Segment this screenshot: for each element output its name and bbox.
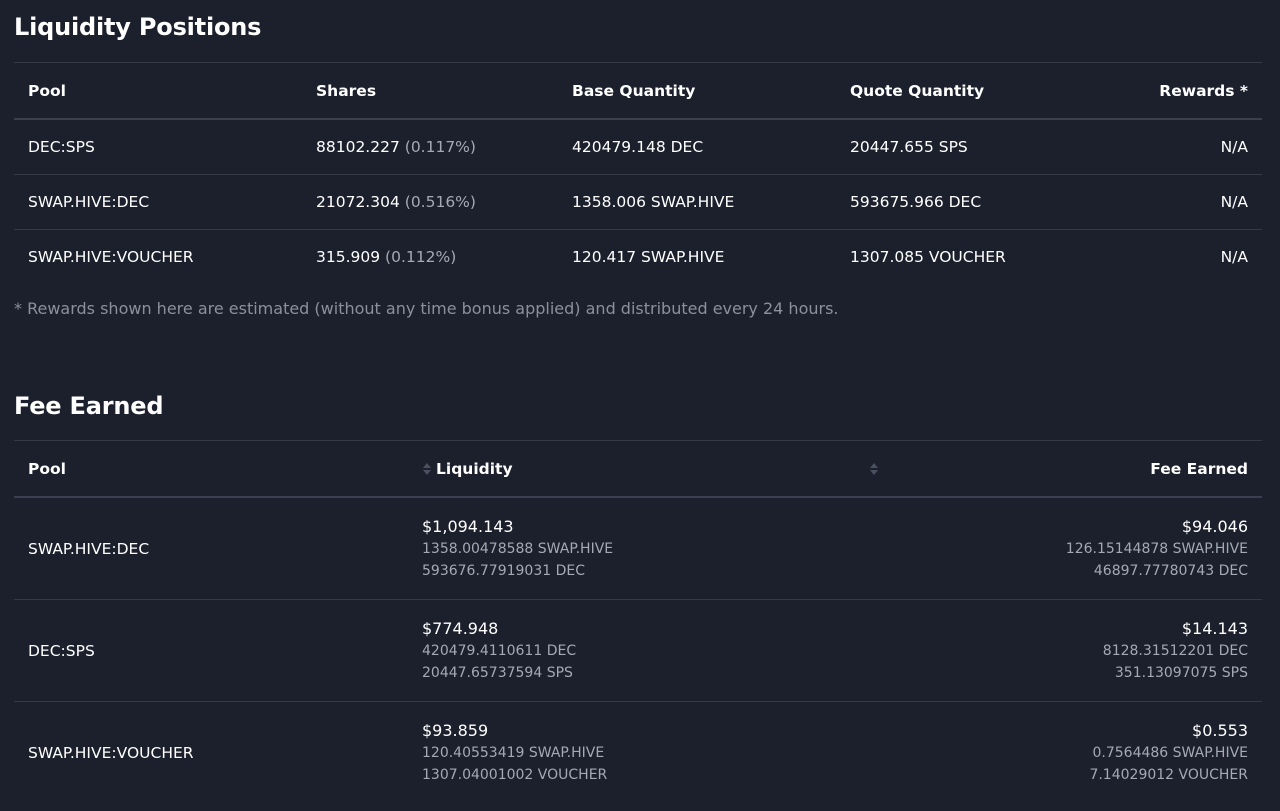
rewards-value: N/A	[1066, 174, 1262, 230]
liquidity-usd: $1,094.143	[422, 517, 514, 536]
column-header-pool: Pool	[14, 440, 422, 498]
base-quantity: 420479.148 DEC	[558, 119, 836, 175]
rewards-footnote: * Rewards shown here are estimated (with…	[14, 299, 839, 318]
liquidity-usd: $774.948	[422, 619, 499, 638]
liquidity-positions-table: Pool Shares Base Quantity Quote Quantity…	[14, 62, 1262, 284]
liquidity-cell: $93.859 120.40553419 SWAP.HIVE 1307.0400…	[422, 702, 856, 804]
quote-quantity: 20447.655 SPS	[836, 119, 1066, 175]
fee-cell: $14.143 8128.31512201 DEC 351.13097075 S…	[856, 599, 1262, 702]
liquidity-amount-a: 1358.00478588 SWAP.HIVE	[422, 541, 614, 557]
liquidity-cell: $774.948 420479.4110611 DEC 20447.657375…	[422, 599, 856, 702]
fee-amount-a: 8128.31512201 DEC	[1102, 643, 1248, 659]
table-row: SWAP.HIVE:DEC 21072.304 (0.516%) 1358.00…	[14, 174, 1262, 230]
fee-amount-b: 7.14029012 VOUCHER	[1089, 767, 1248, 783]
shares-value: 88102.227	[316, 138, 400, 156]
liquidity-amount-a: 420479.4110611 DEC	[422, 643, 577, 659]
share-percent: (0.112%)	[385, 248, 457, 266]
fee-earned-table: Pool Liquidity Fee Earned SWAP.HIVE:DEC …	[14, 440, 1262, 803]
column-header-quote-quantity: Quote Quantity	[836, 62, 1066, 120]
shares-value: 315.909	[316, 248, 381, 266]
sort-icon[interactable]	[422, 462, 432, 476]
column-header-fee-earned[interactable]: Fee Earned	[856, 440, 1262, 498]
base-quantity: 1358.006 SWAP.HIVE	[558, 174, 836, 230]
pool-name: SWAP.HIVE:VOUCHER	[28, 248, 194, 266]
fee-amount-a: 0.7564486 SWAP.HIVE	[1092, 745, 1249, 761]
table-header-row: Pool Liquidity Fee Earned	[14, 440, 1262, 498]
liquidity-amount-b: 1307.04001002 VOUCHER	[422, 767, 608, 783]
column-header-pool: Pool	[14, 62, 302, 120]
fee-amount-b: 351.13097075 SPS	[1114, 665, 1248, 681]
shares-cell: 315.909 (0.112%)	[302, 230, 558, 285]
fee-earned-title: Fee Earned	[14, 392, 164, 420]
liquidity-amount-a: 120.40553419 SWAP.HIVE	[422, 745, 605, 761]
shares-cell: 88102.227 (0.117%)	[302, 119, 558, 175]
liquidity-cell: $1,094.143 1358.00478588 SWAP.HIVE 59367…	[422, 497, 856, 600]
column-header-base-quantity: Base Quantity	[558, 62, 836, 120]
fee-amount-b: 46897.77780743 DEC	[1093, 563, 1248, 579]
rewards-value: N/A	[1066, 119, 1262, 175]
quote-quantity: 1307.085 VOUCHER	[850, 248, 1006, 266]
column-header-shares: Shares	[302, 62, 558, 120]
pool-name: DEC:SPS	[14, 599, 422, 702]
fee-usd: $14.143	[1181, 619, 1248, 638]
shares-value: 21072.304	[316, 193, 400, 211]
table-row: DEC:SPS 88102.227 (0.117%) 420479.148 DE…	[14, 119, 1262, 175]
pool-name: SWAP.HIVE:DEC	[14, 497, 422, 600]
liquidity-usd: $93.859	[422, 721, 489, 740]
rewards-value: N/A	[1220, 248, 1248, 266]
pool-name: DEC:SPS	[14, 119, 302, 175]
table-header-row: Pool Shares Base Quantity Quote Quantity…	[14, 62, 1262, 120]
base-quantity: 120.417 SWAP.HIVE	[572, 248, 725, 266]
fee-usd: $0.553	[1192, 721, 1248, 740]
fee-earned-header-label: Fee Earned	[1150, 459, 1248, 478]
column-header-liquidity[interactable]: Liquidity	[422, 440, 856, 498]
liquidity-amount-b: 20447.65737594 SPS	[422, 665, 573, 681]
column-header-rewards: Rewards *	[1066, 62, 1262, 120]
share-percent: (0.117%)	[404, 138, 476, 156]
liquidity-header-label: Liquidity	[436, 459, 513, 478]
share-percent: (0.516%)	[404, 193, 476, 211]
fee-amount-a: 126.15144878 SWAP.HIVE	[1065, 541, 1248, 557]
table-row: SWAP.HIVE:DEC $1,094.143 1358.00478588 S…	[14, 497, 1262, 600]
pool-name: SWAP.HIVE:VOUCHER	[28, 743, 194, 762]
table-row: SWAP.HIVE:VOUCHER $93.859 120.40553419 S…	[14, 702, 1262, 804]
quote-quantity: 593675.966 DEC	[836, 174, 1066, 230]
sort-icon[interactable]	[869, 461, 879, 475]
fee-cell: $0.553 0.7564486 SWAP.HIVE 7.14029012 VO…	[856, 702, 1262, 804]
table-row: SWAP.HIVE:VOUCHER 315.909 (0.112%) 120.4…	[14, 230, 1262, 285]
fee-usd: $94.046	[1181, 517, 1248, 536]
liquidity-amount-b: 593676.77919031 DEC	[422, 563, 586, 579]
fee-cell: $94.046 126.15144878 SWAP.HIVE 46897.777…	[856, 497, 1262, 600]
pool-name: SWAP.HIVE:DEC	[14, 174, 302, 230]
liquidity-positions-title: Liquidity Positions	[14, 13, 262, 41]
shares-cell: 21072.304 (0.516%)	[302, 174, 558, 230]
table-row: DEC:SPS $774.948 420479.4110611 DEC 2044…	[14, 599, 1262, 702]
